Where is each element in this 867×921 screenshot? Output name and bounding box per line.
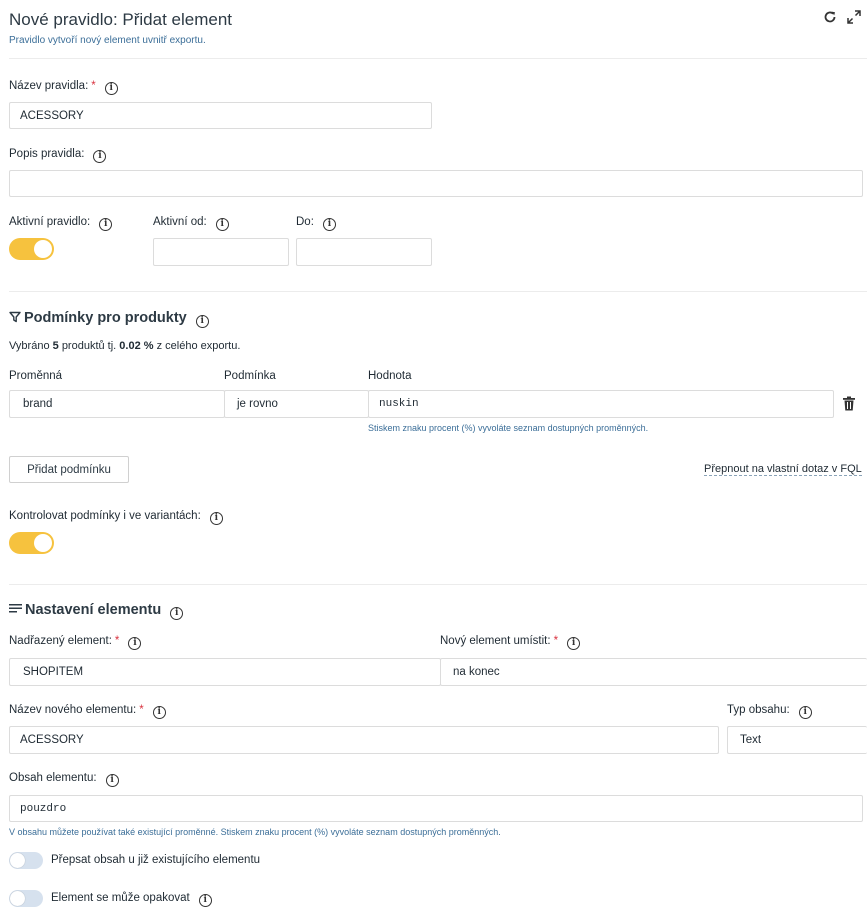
info-icon[interactable]: i	[152, 706, 166, 719]
info-icon[interactable]: i	[93, 150, 107, 163]
info-icon[interactable]: i	[215, 218, 229, 231]
rule-description-input[interactable]	[9, 170, 863, 197]
page-title: Nové pravidlo: Přidat element	[9, 10, 233, 29]
fql-switch-link[interactable]: Přepnout na vlastní dotaz v FQL	[704, 463, 862, 476]
new-element-name-label: Název nového elementu: * i	[9, 704, 166, 719]
info-icon[interactable]: i	[170, 607, 184, 620]
add-condition-button[interactable]: Přidat podmínku	[9, 456, 129, 483]
section-divider	[9, 291, 867, 292]
check-variants-toggle[interactable]	[9, 532, 54, 554]
condition-value-input[interactable]: nuskin	[368, 390, 834, 418]
conditions-summary: Vybráno 5 produktů tj. 0.02 % z celého e…	[9, 340, 241, 352]
repeat-toggle[interactable]	[9, 890, 43, 907]
info-icon[interactable]: i	[128, 637, 142, 650]
rule-name-input[interactable]: ACESSORY	[9, 102, 432, 129]
overwrite-label: Přepsat obsah u již existujícího element…	[51, 854, 261, 866]
info-icon[interactable]: i	[105, 774, 119, 787]
rule-name-label: Název pravidla: * i	[9, 80, 118, 95]
lines-icon	[9, 602, 22, 618]
refresh-icon[interactable]	[822, 10, 838, 26]
toggle-knob	[10, 891, 25, 906]
info-icon[interactable]: i	[209, 512, 223, 525]
element-content-hint: V obsahu můžete používat také existující…	[9, 827, 501, 837]
active-from-input[interactable]	[153, 238, 289, 266]
filter-icon	[9, 311, 21, 327]
conditions-section-title: Podmínky pro produkty i	[9, 310, 209, 328]
content-type-label: Typ obsahu: i	[727, 704, 812, 719]
repeat-label: Element se může opakovat i	[51, 892, 212, 907]
parent-element-label: Nadřazený element: * i	[9, 635, 142, 650]
column-header-variable: Proměnná	[9, 370, 63, 382]
element-section-title: Nastavení elementu i	[9, 602, 184, 620]
new-element-name-input[interactable]: ACESSORY	[9, 726, 719, 754]
toggle-knob	[34, 240, 52, 258]
column-header-condition: Podmínka	[224, 370, 276, 382]
toggle-knob	[10, 853, 25, 868]
rule-description-label: Popis pravidla: i	[9, 148, 107, 163]
condition-operator-select[interactable]: je rovno	[224, 390, 369, 418]
content-type-select[interactable]: Text	[727, 726, 867, 754]
parent-element-select[interactable]: SHOPITEM	[9, 658, 441, 686]
active-from-label: Aktivní od: i	[153, 216, 229, 231]
info-icon[interactable]: i	[198, 894, 212, 907]
active-to-label: Do: i	[296, 216, 336, 231]
info-icon[interactable]: i	[104, 82, 118, 95]
trash-icon[interactable]	[842, 396, 856, 416]
column-header-value: Hodnota	[368, 370, 412, 382]
check-variants-label: Kontrolovat podmínky i ve variantách: i	[9, 510, 223, 525]
info-icon[interactable]: i	[567, 637, 581, 650]
info-icon[interactable]: i	[99, 218, 113, 231]
expand-icon[interactable]	[846, 10, 862, 26]
condition-value-hint: Stiskem znaku procent (%) vyvoláte sezna…	[368, 423, 649, 433]
element-content-input[interactable]: pouzdro	[9, 795, 863, 822]
page-subtitle: Pravidlo vytvoří nový element uvnitř exp…	[9, 35, 206, 46]
info-icon[interactable]: i	[322, 218, 336, 231]
section-divider	[9, 584, 867, 585]
active-to-input[interactable]	[296, 238, 432, 266]
header-divider	[9, 58, 867, 59]
overwrite-toggle[interactable]	[9, 852, 43, 869]
info-icon[interactable]: i	[798, 706, 812, 719]
active-rule-toggle[interactable]	[9, 238, 54, 260]
placement-select[interactable]: na konec	[440, 658, 867, 686]
info-icon[interactable]: i	[195, 315, 209, 328]
active-rule-label: Aktivní pravidlo: i	[9, 216, 113, 231]
element-content-label: Obsah elementu: i	[9, 772, 119, 787]
toggle-knob	[34, 534, 52, 552]
placement-label: Nový element umístit: * i	[440, 635, 581, 650]
condition-variable-select[interactable]: brand	[9, 390, 225, 418]
